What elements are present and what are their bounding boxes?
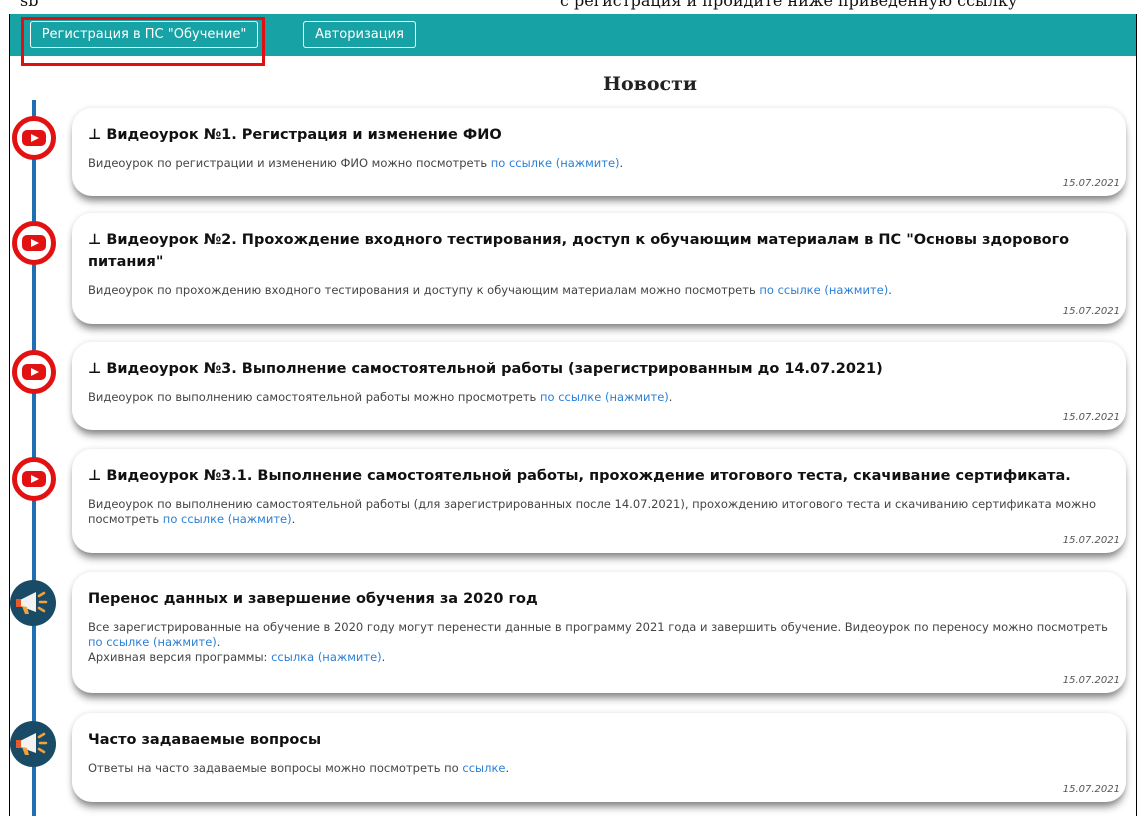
news-link[interactable]: по ссылке (нажмите) (491, 156, 620, 170)
highlight-box (21, 17, 265, 66)
youtube-icon (12, 116, 56, 160)
news-link[interactable]: по ссылке (нажмите) (88, 635, 217, 649)
pin-icon: ⊥ (88, 232, 107, 248)
news-date: 15.07.2021 (1062, 784, 1120, 795)
news-text-extra: Архивная версия программы: ссылка (нажми… (88, 650, 386, 664)
news-card: Часто задаваемые вопросы Ответы на часто… (72, 713, 1126, 802)
news-text: Все зарегистрированные на обучение в 202… (88, 620, 1108, 649)
youtube-icon (12, 457, 56, 501)
news-title[interactable]: ⊥ Видеоурок №1. Регистрация и изменение … (88, 124, 1110, 146)
news-date: 15.07.2021 (1062, 412, 1120, 423)
news-text: Видеоурок по прохождению входного тестир… (88, 283, 892, 297)
pin-icon: ⊥ (88, 361, 107, 377)
news-card: Перенос данных и завершение обучения за … (72, 572, 1126, 693)
megaphone-icon (10, 580, 56, 626)
megaphone-icon (10, 721, 56, 767)
auth-button[interactable]: Авторизация (303, 21, 416, 48)
youtube-icon (12, 350, 56, 394)
news-link[interactable]: по ссылке (нажмите) (163, 512, 292, 526)
cropped-text-right: с регистрация и пройдите ниже приведённу… (560, 0, 1018, 10)
news-text: Видеоурок по выполнению самостоятельной … (88, 497, 1096, 526)
news-date: 15.07.2021 (1062, 675, 1120, 686)
youtube-icon (12, 221, 56, 265)
news-text: Видеоурок по регистрации и изменению ФИО… (88, 156, 624, 170)
news-date: 15.07.2021 (1062, 178, 1120, 189)
news-text: Видеоурок по выполнению самостоятельной … (88, 390, 673, 404)
cropped-text-left: sb (20, 0, 39, 10)
page-title: Новости (603, 73, 697, 95)
news-card: ⊥ Видеоурок №3.1. Выполнение самостоятел… (72, 449, 1126, 553)
news-date: 15.07.2021 (1062, 535, 1120, 546)
news-title[interactable]: Перенос данных и завершение обучения за … (88, 588, 1110, 610)
news-link[interactable]: по ссылке (нажмите) (759, 283, 888, 297)
cropped-top-text: sb с регистрация и пройдите ниже приведё… (0, 0, 1137, 14)
news-card: ⊥ Видеоурок №2. Прохождение входного тес… (72, 213, 1126, 324)
news-text: Ответы на часто задаваемые вопросы можно… (88, 761, 510, 775)
news-title[interactable]: ⊥ Видеоурок №3. Выполнение самостоятельн… (88, 358, 1110, 380)
news-title[interactable]: Часто задаваемые вопросы (88, 729, 1110, 751)
pin-icon: ⊥ (88, 468, 107, 484)
news-title[interactable]: ⊥ Видеоурок №2. Прохождение входного тес… (88, 229, 1110, 273)
news-link[interactable]: по ссылке (нажмите) (540, 390, 669, 404)
news-link[interactable]: ссылке (462, 761, 505, 775)
news-card: ⊥ Видеоурок №1. Регистрация и изменение … (72, 108, 1126, 196)
pin-icon: ⊥ (88, 127, 107, 143)
news-card: ⊥ Видеоурок №3. Выполнение самостоятельн… (72, 342, 1126, 430)
news-title[interactable]: ⊥ Видеоурок №3.1. Выполнение самостоятел… (88, 465, 1110, 487)
page-frame: Регистрация в ПС "Обучение" Авторизация … (9, 0, 1137, 816)
archive-link[interactable]: ссылка (нажмите) (271, 650, 382, 664)
news-date: 15.07.2021 (1062, 306, 1120, 317)
